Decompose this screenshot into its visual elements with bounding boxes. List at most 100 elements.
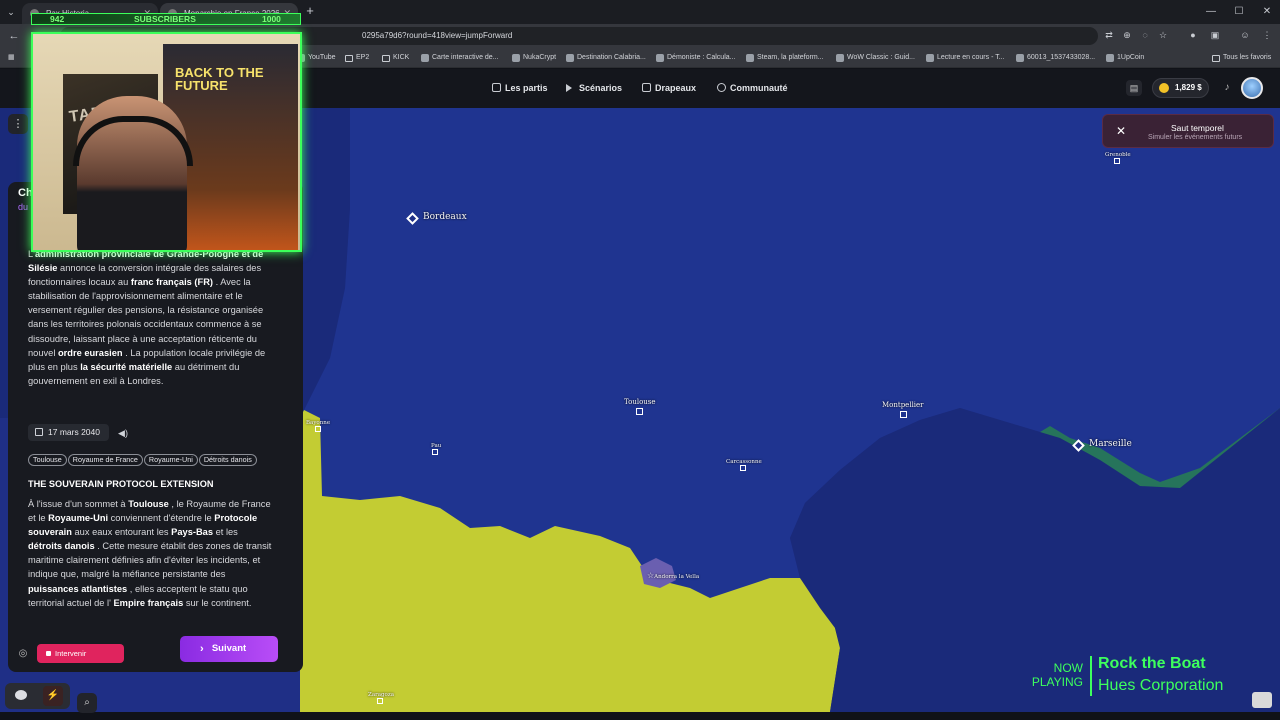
folder-icon: [382, 55, 390, 62]
next-button[interactable]: › Suivant: [180, 636, 278, 662]
city-marseille[interactable]: Marseille: [1072, 439, 1132, 452]
avatar[interactable]: [1241, 77, 1263, 99]
zoom-icon[interactable]: ⊕: [1120, 28, 1134, 42]
coin-icon: [1159, 83, 1169, 93]
apps-icon[interactable]: ▦: [8, 48, 15, 68]
settings-icon[interactable]: ◎: [16, 647, 30, 661]
city-carcassonne[interactable]: Carcassonne: [726, 459, 762, 471]
nav-label: Les partis: [505, 83, 548, 93]
nav-drapeaux[interactable]: Drapeaux: [642, 69, 696, 108]
intervene-button[interactable]: Intervenir: [37, 644, 124, 663]
city-pau[interactable]: Pau: [431, 443, 441, 455]
emphasis-text: la sécurité matérielle: [80, 361, 173, 372]
city-marker-icon: [315, 426, 321, 432]
city-marker-icon: [900, 411, 907, 418]
body-text: aux eaux entourant les: [71, 527, 172, 538]
close-window-icon[interactable]: ✕: [1256, 4, 1278, 20]
nav-label: Communauté: [730, 83, 788, 93]
city-andorra[interactable]: ☆Andorra la Vella: [647, 571, 699, 580]
bookmark-nukacrypt[interactable]: NukaCrypt: [512, 48, 556, 68]
calculator-icon: [656, 54, 664, 62]
emphasis-text: franc français (FR): [130, 277, 214, 288]
calabria-icon: [566, 54, 574, 62]
gift-icon[interactable]: ▤: [1126, 80, 1142, 96]
tab-search-icon[interactable]: ⌄: [4, 5, 18, 19]
extension-icon[interactable]: ●: [1186, 28, 1200, 42]
flag-icon: [642, 83, 651, 92]
play-icon: [566, 84, 572, 92]
translate-icon[interactable]: ⇄: [1102, 28, 1116, 42]
tag-royaume-uni[interactable]: Royaume-Uni: [143, 454, 198, 466]
body-text: conviennent d'étendre le: [108, 513, 215, 524]
profile-icon[interactable]: ☺: [1238, 28, 1252, 42]
reader-icon: [926, 54, 934, 62]
bookmark-ep2[interactable]: EP2: [345, 48, 369, 68]
new-tab-icon[interactable]: +: [302, 3, 318, 19]
city-bayonne[interactable]: Bayonne: [306, 420, 330, 432]
bookmark-kick[interactable]: KICK: [382, 48, 409, 68]
city-bordeaux[interactable]: Bordeaux: [406, 212, 467, 225]
intervene-label: Intervenir: [55, 649, 87, 658]
search-icon[interactable]: ⌕: [77, 693, 97, 713]
parties-icon: [492, 83, 501, 92]
bolt-icon[interactable]: ⚡: [43, 686, 63, 706]
city-grenoble[interactable]: Grenoble: [1105, 152, 1131, 164]
subscriber-goal-bar: 942 SUBSCRIBERS 1000: [31, 13, 301, 25]
star-icon[interactable]: ☆: [1156, 28, 1170, 42]
bookmark-label: Lecture en cours - T...: [937, 54, 1005, 61]
nukacrypt-icon: [512, 54, 520, 62]
panel-subtitle: du: [18, 202, 29, 212]
puzzle-icon[interactable]: ▣: [1208, 28, 1222, 42]
bookmark-calabria[interactable]: Destination Calabria...: [566, 48, 646, 68]
emphasis-text: détroits danois: [28, 541, 95, 552]
bookmark-60013[interactable]: 60013_1537433028...: [1016, 48, 1095, 68]
close-icon[interactable]: ✕: [1113, 123, 1129, 139]
bookmark-wow[interactable]: WoW Classic : Guid...: [836, 48, 915, 68]
folder-icon: [1212, 55, 1220, 62]
minimize-icon[interactable]: —: [1200, 4, 1222, 20]
wow-icon: [836, 54, 844, 62]
bookmark-youtube[interactable]: YouTube: [297, 48, 336, 68]
nav-scenarios[interactable]: Scénarios: [566, 69, 622, 108]
bookmark-demoniste[interactable]: Démoniste : Calcula...: [656, 48, 735, 68]
emphasis-text: puissances atlantistes: [28, 583, 128, 594]
city-label: Andorra la Vella: [654, 574, 700, 580]
bookmark-lecture[interactable]: Lecture en cours - T...: [926, 48, 1005, 68]
time-jump-toast[interactable]: ✕ Saut temporel Simuler les événements f…: [1102, 114, 1274, 148]
bookmark-label: 60013_1537433028...: [1027, 54, 1096, 61]
bell-icon[interactable]: ♪: [1220, 81, 1234, 95]
chat-icon[interactable]: [15, 690, 27, 700]
menu-icon[interactable]: ⋮: [1260, 28, 1274, 42]
users-icon: [717, 83, 726, 92]
more-menu-icon[interactable]: ⋮: [8, 114, 28, 134]
bookmark-all[interactable]: Tous les favoris: [1212, 48, 1271, 68]
bookmark-label: Carte interactive de...: [432, 54, 499, 61]
song-title: Rock the Boat: [1098, 655, 1206, 672]
event-tags: Toulouse Royaume de France Royaume-Uni Détr…: [28, 449, 278, 468]
body-text: et les: [213, 527, 238, 538]
city-montpellier[interactable]: Montpellier: [882, 401, 924, 418]
speaker-icon[interactable]: ◀): [117, 427, 129, 439]
city-zaragoza[interactable]: Zaragoza: [368, 692, 394, 704]
coin-amount: 1,829 $: [1175, 83, 1202, 92]
bookmark-carte[interactable]: Carte interactive de...: [421, 48, 499, 68]
city-marker-icon: [1114, 158, 1120, 164]
bookmark-1upcoin[interactable]: 1UpCoin: [1106, 48, 1144, 68]
tag-royaume-de-france[interactable]: Royaume de France: [67, 454, 143, 466]
back-icon[interactable]: ←: [6, 28, 22, 44]
tag-toulouse[interactable]: Toulouse: [28, 454, 67, 466]
city-label: Bordeaux: [423, 212, 467, 222]
bookmark-steam[interactable]: Steam, la plateform...: [746, 48, 824, 68]
eye-off-icon[interactable]: ◌: [1138, 28, 1152, 42]
nav-communaute[interactable]: Communauté: [717, 69, 788, 108]
city-toulouse[interactable]: Toulouse: [624, 398, 656, 415]
maximize-icon[interactable]: ☐: [1228, 4, 1250, 20]
tag-detroits-danois[interactable]: Détroits danois: [198, 454, 257, 466]
bookmark-label: 1UpCoin: [1117, 54, 1145, 61]
subs-current: 942: [50, 14, 65, 24]
coin-balance[interactable]: 1,829 $: [1152, 78, 1209, 98]
city-marker-icon: [636, 408, 643, 415]
event-2-title: THE SOUVERAIN PROTOCOL EXTENSION: [28, 479, 214, 489]
toast-title: Saut temporel: [1171, 123, 1224, 133]
nav-les-partis[interactable]: Les partis: [492, 69, 548, 108]
